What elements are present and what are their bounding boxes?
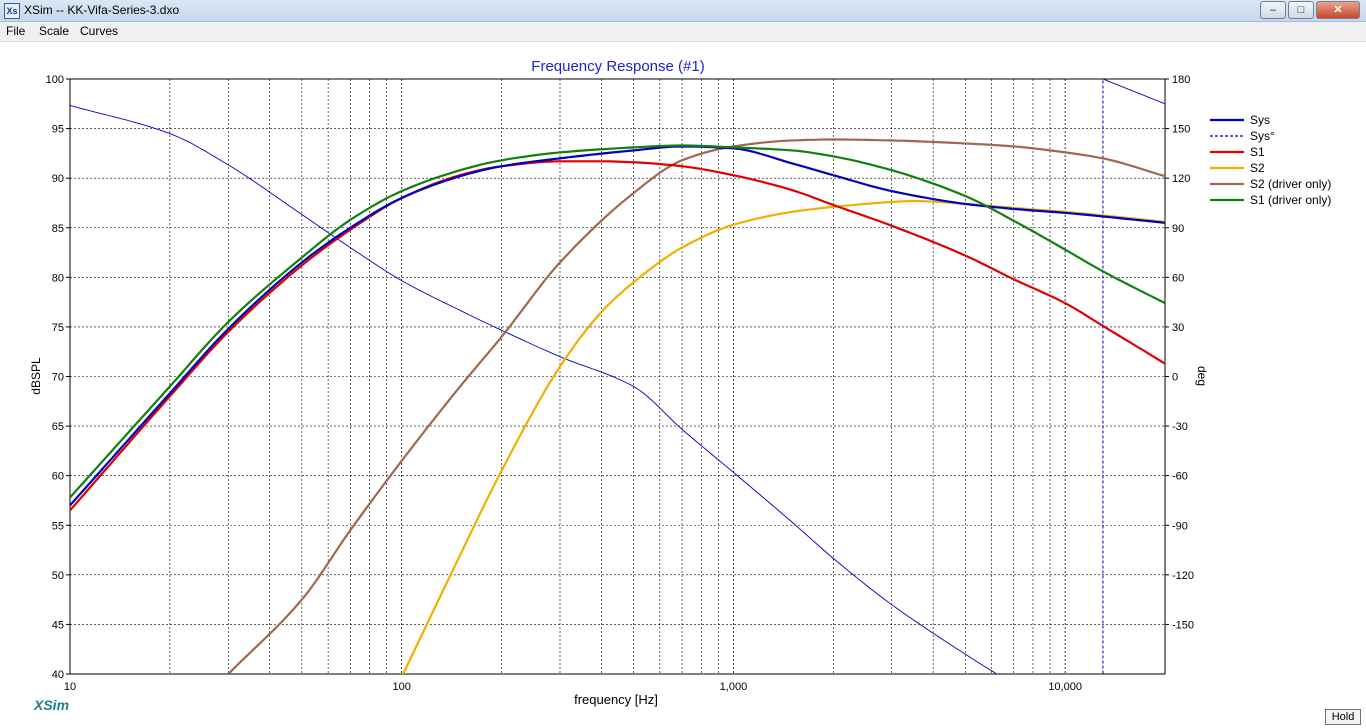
- legend-label-s1-driver-only: S1 (driver only): [1250, 193, 1331, 207]
- legend-label-s2-driver-only: S2 (driver only): [1250, 177, 1331, 191]
- x-axis-label: frequency [Hz]: [574, 692, 658, 707]
- minimize-button[interactable]: –: [1260, 1, 1286, 19]
- menu-curves[interactable]: Curves: [80, 24, 118, 38]
- y-tick-label: 80: [52, 272, 64, 284]
- xsim-app-icon[interactable]: Xs: [4, 3, 20, 19]
- hold-button[interactable]: Hold: [1325, 709, 1361, 725]
- y-tick-label: 40: [52, 669, 64, 681]
- menu-scale[interactable]: Scale: [39, 24, 69, 38]
- y-tick-label: 60: [52, 471, 64, 483]
- x-tick-label: 10: [64, 681, 76, 693]
- y2-tick-label: 90: [1172, 223, 1184, 235]
- y2-tick-label: 180: [1172, 74, 1190, 86]
- frequency-response-chart: Frequency Response (#1) frequency [Hz] d…: [29, 58, 1331, 707]
- title-bar: Xs XSim -- KK-Vifa-Series-3.dxo – □ ✕: [0, 0, 1366, 22]
- y-tick-label: 65: [52, 421, 64, 433]
- y2-tick-label: 30: [1172, 322, 1184, 334]
- legend-label-sys: Sys°: [1250, 129, 1275, 143]
- series-sys-line: [1102, 79, 1165, 105]
- y2-axis-label: deg: [1195, 366, 1209, 386]
- y-axis-label: dBSPL: [29, 357, 43, 395]
- series-s2-driver-only-line: [227, 138, 1165, 674]
- y2-tick-label: -120: [1172, 570, 1194, 582]
- y2-tick-label: -30: [1172, 421, 1188, 433]
- y-tick-label: 95: [52, 124, 64, 136]
- y-tick-label: 50: [52, 570, 64, 582]
- x-tick-label: 10,000: [1048, 681, 1082, 693]
- maximize-button[interactable]: □: [1288, 1, 1314, 19]
- series-lines: [70, 79, 1165, 674]
- y-tick-label: 70: [52, 372, 64, 384]
- menu-bar: File Scale Curves: [0, 22, 1366, 42]
- legend-label-s1: S1: [1250, 145, 1265, 159]
- x-tick-label: 1,000: [720, 681, 748, 693]
- x-tick-label: 100: [393, 681, 411, 693]
- y2-tick-label: 0: [1172, 372, 1178, 384]
- legend: Sys Sys° S1 S2 S2 (driver only) S1 (driver on…: [1210, 113, 1331, 207]
- series-s2-line: [401, 199, 1165, 674]
- y-tick-label: 55: [52, 520, 64, 532]
- y2-tick-label: -60: [1172, 471, 1188, 483]
- axis-ticks: 404550556065707580859095100-150-120-90-6…: [46, 74, 1194, 693]
- y2-tick-label: 120: [1172, 173, 1190, 185]
- legend-label-sys: Sys: [1250, 113, 1270, 127]
- xsim-brand-logo: XSim: [34, 697, 70, 713]
- y2-tick-label: -150: [1172, 619, 1194, 631]
- window-title: XSim -- KK-Vifa-Series-3.dxo: [24, 3, 180, 17]
- y-tick-label: 45: [52, 619, 64, 631]
- y2-tick-label: 60: [1172, 272, 1184, 284]
- close-button[interactable]: ✕: [1316, 1, 1360, 19]
- y2-tick-label: 150: [1172, 124, 1190, 136]
- y2-tick-label: -90: [1172, 520, 1188, 532]
- y-tick-label: 100: [46, 74, 64, 86]
- chart-title: Frequency Response (#1): [531, 58, 704, 75]
- y-tick-label: 85: [52, 223, 64, 235]
- series-sys-line: [70, 104, 998, 674]
- y-tick-label: 75: [52, 322, 64, 334]
- menu-file[interactable]: File: [6, 24, 25, 38]
- legend-label-s2: S2: [1250, 161, 1265, 175]
- y-tick-label: 90: [52, 173, 64, 185]
